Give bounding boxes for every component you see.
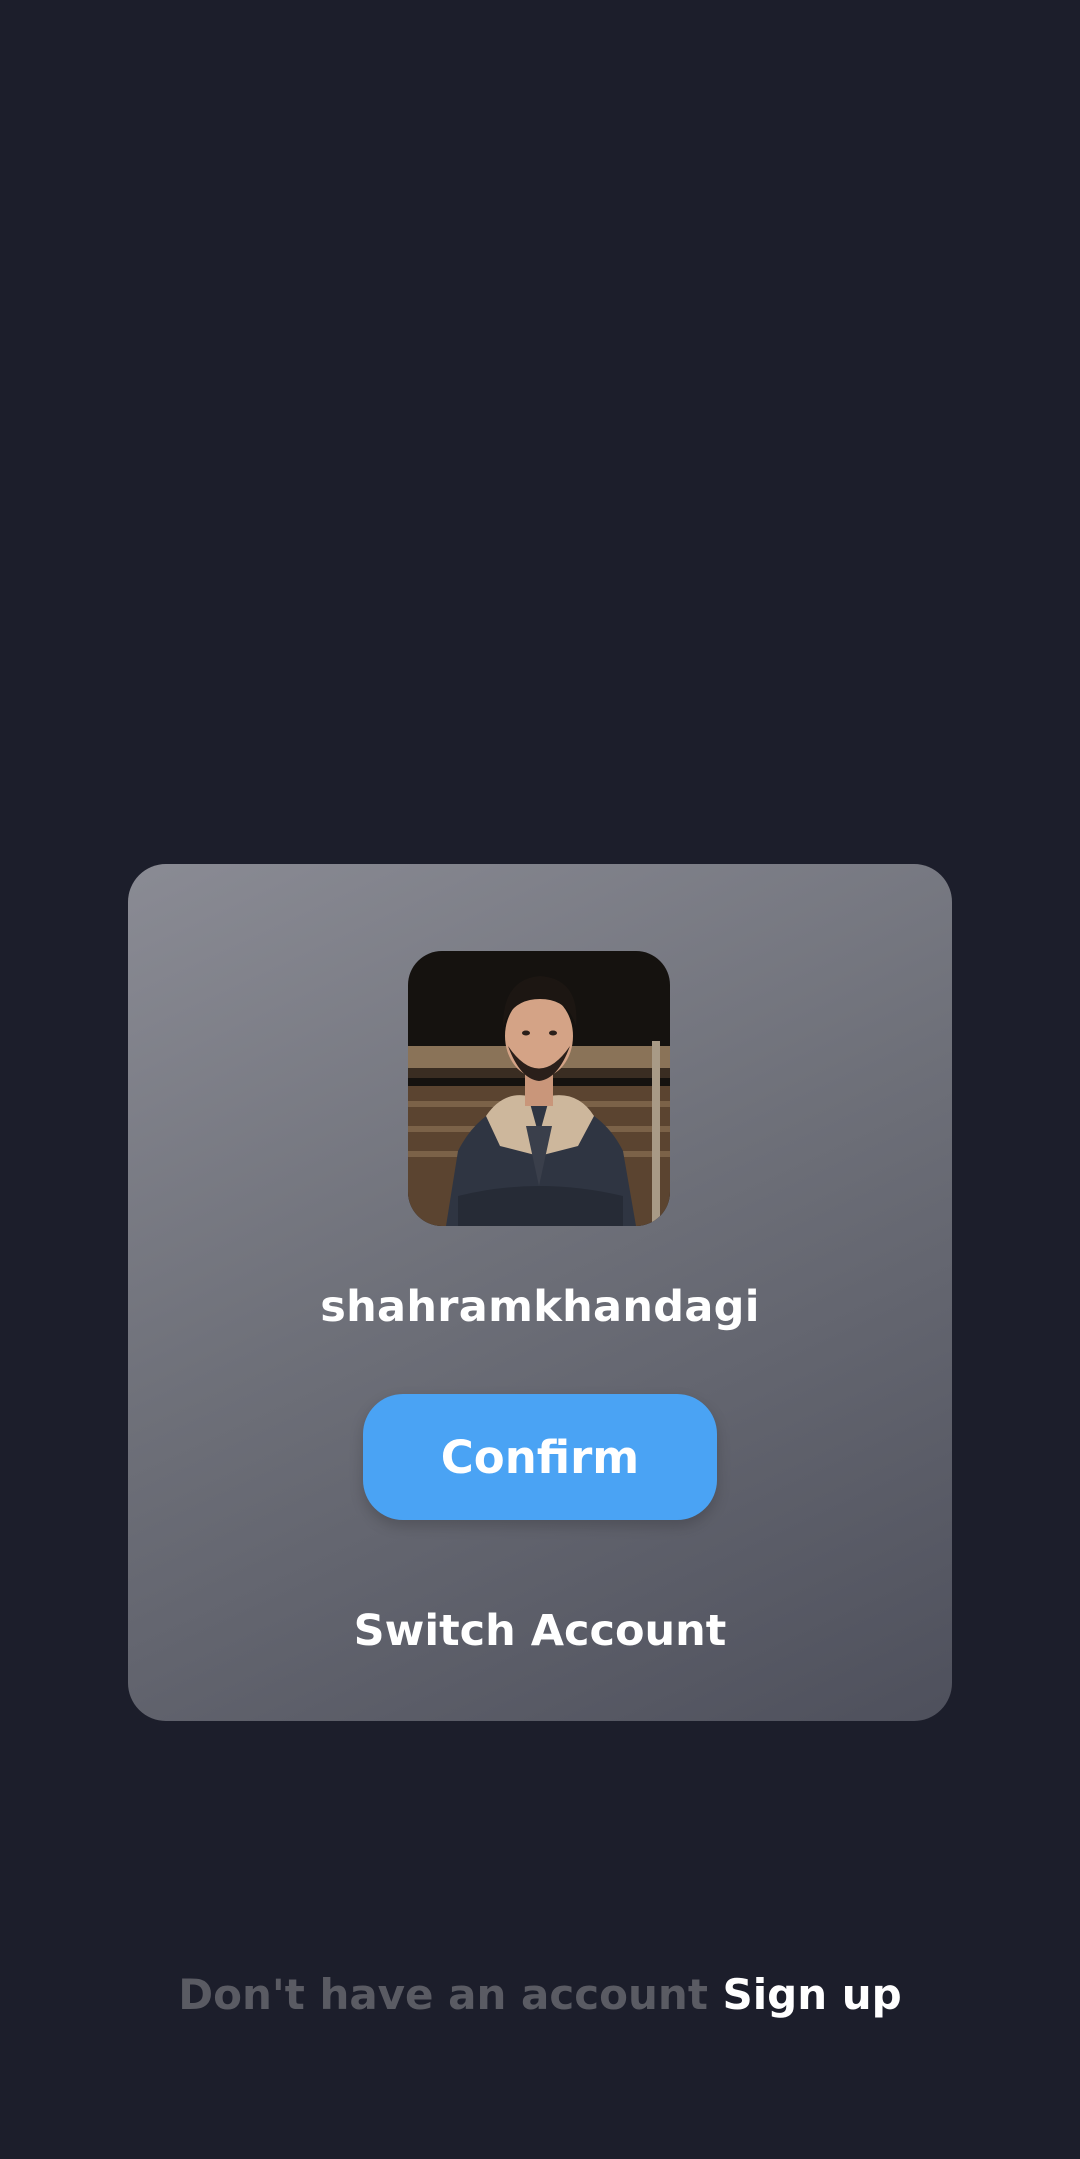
account-card: shahramkhandagi Confirm Switch Account bbox=[128, 864, 952, 1721]
confirm-button[interactable]: Confirm bbox=[363, 1394, 717, 1520]
switch-account-link[interactable]: Switch Account bbox=[128, 1606, 952, 1656]
username: shahramkhandagi bbox=[320, 1282, 760, 1332]
signup-link[interactable]: Sign up bbox=[723, 1970, 902, 2019]
signup-prompt: Don't have an account Sign up bbox=[0, 1970, 1080, 2019]
avatar bbox=[408, 951, 670, 1226]
signup-prompt-text: Don't have an account bbox=[178, 1970, 723, 2019]
profile-photo-icon bbox=[408, 951, 670, 1226]
